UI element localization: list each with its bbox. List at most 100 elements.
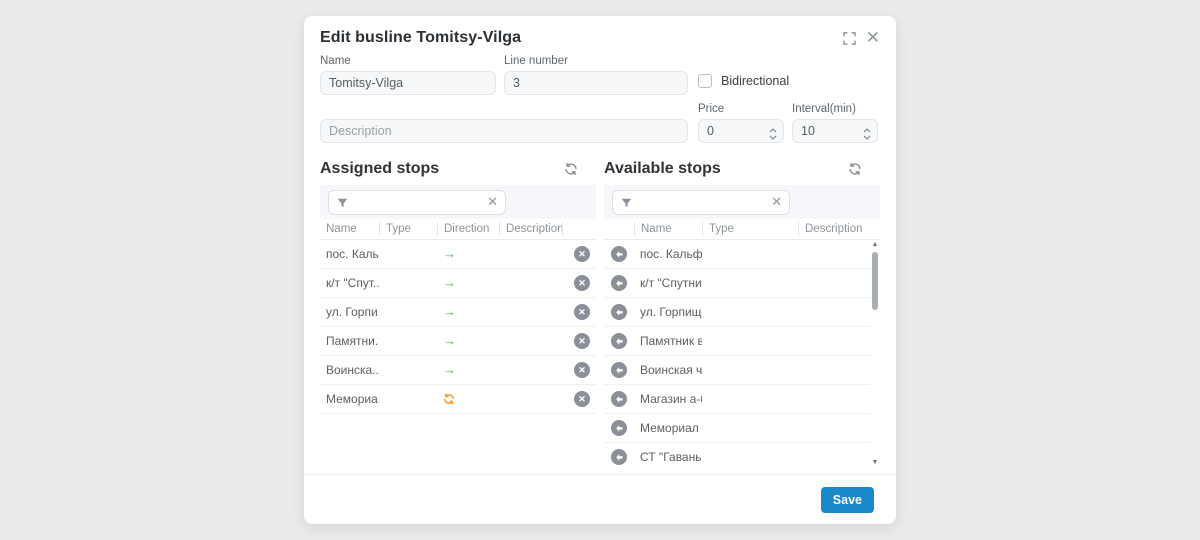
assigned-filter-input[interactable]	[328, 190, 506, 215]
assigned-stops-title: Assigned stops	[320, 160, 439, 178]
filter-icon	[621, 196, 632, 214]
assigned-table-body: пос. Каль... → ✕ к/т "Спут... → ✕ ул. Го…	[320, 240, 596, 414]
assigned-stop-row: Мемориа... ✕	[320, 385, 596, 414]
assigned-stop-row: пос. Каль... → ✕	[320, 240, 596, 269]
add-stop-button[interactable]	[611, 246, 627, 262]
stop-name: Воинска...	[320, 363, 379, 377]
column-header-direction: Direction	[437, 222, 499, 236]
stop-name: Магазин а-б	[634, 392, 702, 406]
line-number-label: Line number	[504, 55, 688, 67]
available-scrollbar: ▲ ▼	[870, 241, 880, 467]
available-filter-input[interactable]	[612, 190, 790, 215]
available-stop-row: пос. Кальфа к...	[604, 240, 870, 269]
add-stop-button[interactable]	[611, 275, 627, 291]
dialog-header: Edit busline Tomitsy-Vilga ✕	[304, 16, 896, 53]
remove-stop-button[interactable]: ✕	[574, 275, 590, 291]
save-button[interactable]: Save	[821, 487, 874, 513]
add-stop-button[interactable]	[611, 391, 627, 407]
price-decrement-icon[interactable]	[769, 135, 777, 140]
price-label: Price	[698, 103, 784, 115]
available-filter-clear-icon[interactable]: ✕	[771, 194, 782, 210]
stop-name: Мемориал а-б	[634, 421, 702, 435]
available-stop-row: Магазин а-б	[604, 385, 870, 414]
stop-name: СТ "Гавань" а...	[634, 450, 702, 464]
available-stops-title: Available stops	[604, 160, 721, 178]
column-header-description: Description	[798, 222, 870, 236]
add-stop-button[interactable]	[611, 449, 627, 465]
add-stop-button[interactable]	[611, 304, 627, 320]
dialog-footer: Save	[304, 474, 896, 524]
direction-icon: →	[443, 248, 499, 260]
assigned-filter-band: ✕	[320, 185, 596, 219]
remove-stop-button[interactable]: ✕	[574, 333, 590, 349]
remove-stop-button[interactable]: ✕	[574, 391, 590, 407]
dialog-title: Edit busline Tomitsy-Vilga	[320, 29, 521, 47]
direction-icon: →	[443, 364, 499, 376]
available-stop-row: Мемориал а-б	[604, 414, 870, 443]
line-number-input[interactable]	[504, 71, 688, 95]
direction-icon	[443, 393, 499, 405]
available-filter-band: ✕	[604, 185, 880, 219]
stop-name: ул. Горпищен...	[634, 305, 702, 319]
column-header-actions	[562, 222, 596, 236]
assigned-stop-row: к/т "Спут... → ✕	[320, 269, 596, 298]
direction-icon: →	[443, 306, 499, 318]
column-header-type: Type	[379, 222, 437, 236]
remove-stop-button[interactable]: ✕	[574, 304, 590, 320]
assigned-stop-row: Памятни... → ✕	[320, 327, 596, 356]
available-table-header: Name Type Description	[604, 219, 880, 240]
remove-stop-button[interactable]: ✕	[574, 246, 590, 262]
assigned-stops-panel: Assigned stops ✕ Name	[320, 153, 596, 468]
stop-name: пос. Кальфа к...	[634, 247, 702, 261]
description-input[interactable]	[320, 119, 688, 143]
stop-name: ул. Горпи...	[320, 305, 379, 319]
direction-icon: →	[443, 277, 499, 289]
column-header-description: Description	[499, 222, 562, 236]
available-refresh-icon[interactable]	[848, 162, 862, 176]
available-stop-row: Памятник во...	[604, 327, 870, 356]
interval-increment-icon[interactable]	[863, 128, 871, 133]
available-stop-row: ул. Горпищен...	[604, 298, 870, 327]
direction-icon: →	[443, 335, 499, 347]
stop-name: Памятник во...	[634, 334, 702, 348]
available-table-body: пос. Кальфа к... к/т "Спутник"... ул. Го…	[604, 240, 880, 468]
bidirectional-label: Bidirectional	[721, 74, 789, 88]
scroll-down-icon[interactable]: ▼	[871, 459, 879, 467]
stop-name: Воинская час...	[634, 363, 702, 377]
fullscreen-icon[interactable]	[843, 32, 856, 45]
assigned-filter-clear-icon[interactable]: ✕	[487, 194, 498, 210]
add-stop-button[interactable]	[611, 362, 627, 378]
close-icon[interactable]: ✕	[866, 31, 880, 45]
available-stops-panel: Available stops ✕	[604, 153, 880, 468]
stop-name: пос. Каль...	[320, 247, 379, 261]
assigned-stop-row: Воинска... → ✕	[320, 356, 596, 385]
column-header-actions	[604, 222, 634, 236]
add-stop-button[interactable]	[611, 333, 627, 349]
assigned-table-header: Name Type Direction Description	[320, 219, 596, 240]
available-stop-row: к/т "Спутник"...	[604, 269, 870, 298]
edit-busline-dialog: Edit busline Tomitsy-Vilga ✕ Name Line n…	[304, 16, 896, 524]
interval-decrement-icon[interactable]	[863, 135, 871, 140]
remove-stop-button[interactable]: ✕	[574, 362, 590, 378]
column-header-name: Name	[320, 222, 379, 236]
price-increment-icon[interactable]	[769, 128, 777, 133]
interval-label: Interval(min)	[792, 103, 878, 115]
scrollbar-thumb[interactable]	[872, 252, 878, 310]
assigned-refresh-icon[interactable]	[564, 162, 578, 176]
available-stop-row: СТ "Гавань" а...	[604, 443, 870, 468]
available-stop-row: Воинская час...	[604, 356, 870, 385]
filter-icon	[337, 196, 348, 214]
column-header-name: Name	[634, 222, 702, 236]
add-stop-button[interactable]	[611, 420, 627, 436]
scroll-up-icon[interactable]: ▲	[871, 241, 879, 249]
stop-name: Мемориа...	[320, 392, 379, 406]
stop-name: к/т "Спутник"...	[634, 276, 702, 290]
assigned-stop-row: ул. Горпи... → ✕	[320, 298, 596, 327]
stop-name: к/т "Спут...	[320, 276, 379, 290]
column-header-type: Type	[702, 222, 798, 236]
name-label: Name	[320, 55, 496, 67]
name-input[interactable]	[320, 71, 496, 95]
stop-name: Памятни...	[320, 334, 379, 348]
busline-form: Name Line number Bidirectional Price	[304, 55, 896, 143]
bidirectional-checkbox[interactable]	[698, 74, 712, 88]
